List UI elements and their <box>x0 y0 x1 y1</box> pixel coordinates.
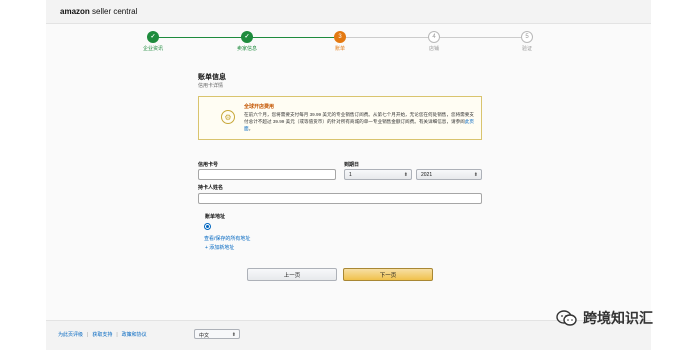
policies-link[interactable]: 政策和协议 <box>122 332 147 338</box>
amazon-seller-central-logo[interactable]: amazon seller central <box>60 7 137 16</box>
chevron-down-icon: ⬍ <box>403 172 408 178</box>
expiry-year-select[interactable]: 2021 ⬍ <box>416 169 482 180</box>
step-5: 5 验证 <box>497 31 557 52</box>
rate-page-link[interactable]: 为此页评级 <box>58 332 83 338</box>
step-3: 3 账单 <box>310 31 370 52</box>
step-2: ✓ 卖家信息 <box>217 31 277 52</box>
page-subtitle: 信用卡详情 <box>198 83 224 89</box>
footer-links: 为此页评级 | 获取支持 | 政策和协议 <box>58 332 147 338</box>
chevron-down-icon: ⬍ <box>231 331 236 338</box>
holder-name-input[interactable] <box>198 193 482 204</box>
step-number: 5 <box>521 31 533 43</box>
info-icon: ⚙ <box>221 110 235 124</box>
step-label: 账单 <box>334 46 345 52</box>
previous-button[interactable]: 上一页 <box>247 268 337 281</box>
step-label: 卖家信息 <box>236 46 257 52</box>
step-4: 4 店铺 <box>404 31 464 52</box>
notice-title: 全球开店费用 <box>244 104 275 110</box>
watermark-text: 跨境知识汇 <box>583 310 653 326</box>
step-label: 企业资讯 <box>142 46 163 52</box>
fee-notice: ⚙ 全球开店费用 在前六个月，您将需要支付每月 39.99 美元的专业销售订阅费… <box>198 96 482 140</box>
card-number-label: 信用卡号 <box>198 162 219 168</box>
support-link[interactable]: 获取支持 <box>92 332 112 338</box>
expiry-month-select[interactable]: 1 ⬍ <box>344 169 412 180</box>
saved-addresses-link[interactable]: 查看/保存的所有地址 <box>204 235 250 242</box>
address-radio[interactable] <box>204 223 211 230</box>
wechat-icon <box>556 310 578 326</box>
check-icon: ✓ <box>147 31 159 43</box>
notice-text: 在前六个月，您将需要支付每月 39.99 美元的专业销售订阅费。从第七个月开始，… <box>244 112 474 131</box>
watermark: 跨境知识汇 <box>556 308 653 328</box>
language-select[interactable]: 中文 ⬍ <box>194 329 240 339</box>
step-number: 4 <box>428 31 440 43</box>
card-number-input[interactable] <box>198 169 336 180</box>
billing-address-label: 账单地址 <box>205 214 226 220</box>
holder-name-label: 持卡人姓名 <box>198 185 224 191</box>
expiry-label: 到期日 <box>344 162 360 168</box>
chevron-down-icon: ⬍ <box>473 172 478 178</box>
page-title: 账单信息 <box>198 74 226 81</box>
step-label: 店铺 <box>428 46 439 52</box>
add-address-link[interactable]: + 添加新地址 <box>205 244 234 251</box>
step-1: ✓ 企业资讯 <box>123 31 183 52</box>
progress-stepper: ✓ 企业资讯 ✓ 卖家信息 3 账单 4 店铺 5 验证 <box>46 28 651 58</box>
header: amazon seller central <box>46 0 651 24</box>
step-label: 验证 <box>521 46 532 52</box>
check-icon: ✓ <box>241 31 253 43</box>
step-number: 3 <box>334 31 346 43</box>
next-button[interactable]: 下一页 <box>343 268 433 281</box>
